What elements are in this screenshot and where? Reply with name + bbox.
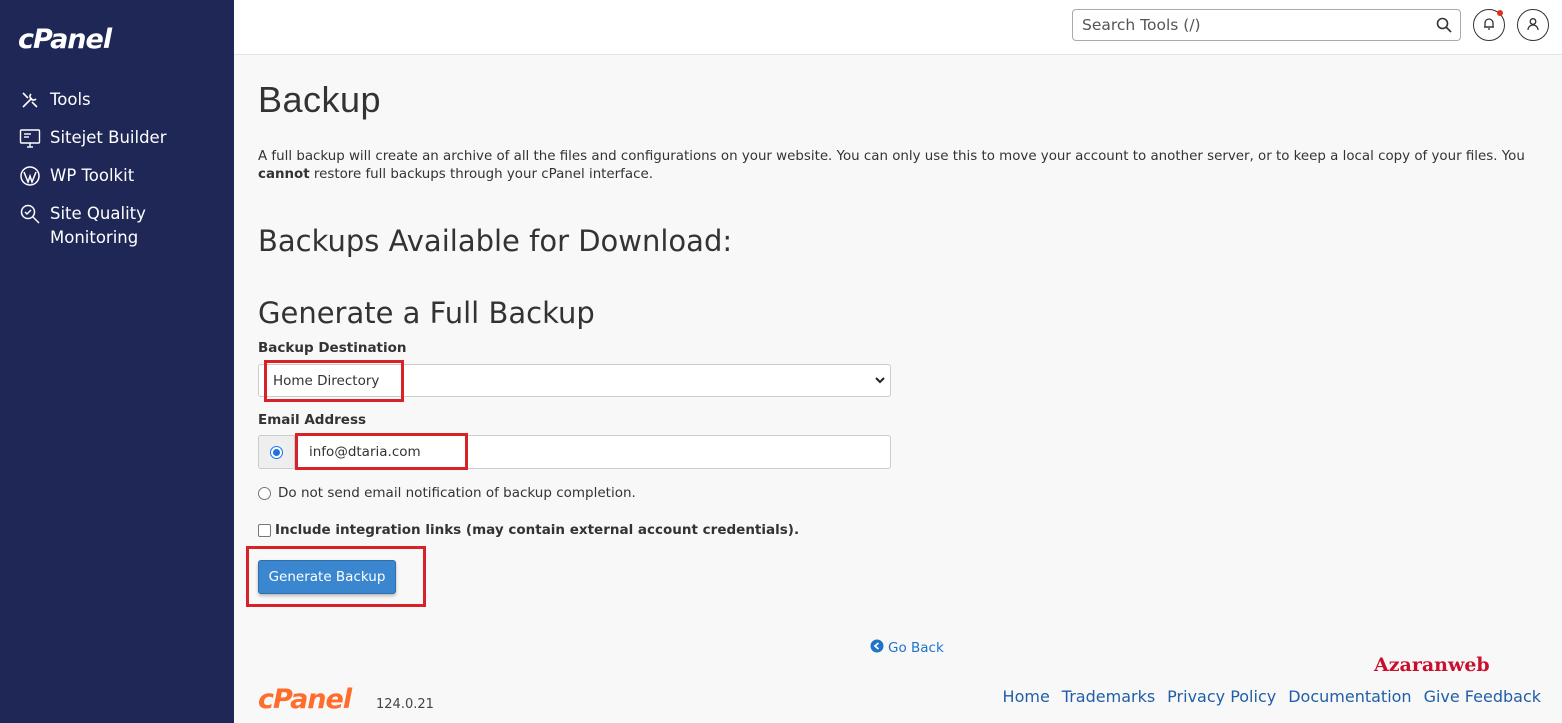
highlight-generate-button — [246, 546, 426, 607]
intro-text-end: restore full backups through your cPanel… — [309, 167, 653, 182]
sidebar-item-label: Sitejet Builder — [50, 128, 167, 147]
search-icon[interactable] — [1436, 17, 1452, 37]
footer-link-documentation[interactable]: Documentation — [1288, 687, 1411, 706]
sidebar-item-sitejet[interactable]: Sitejet Builder — [0, 126, 234, 150]
no-email-radio[interactable] — [258, 486, 271, 500]
watermark: Azaranweb — [1374, 654, 1490, 676]
email-radio-addon — [258, 435, 295, 469]
search-box — [1072, 9, 1461, 41]
email-notify-radio[interactable] — [270, 445, 283, 459]
search-input[interactable] — [1073, 10, 1413, 40]
wordpress-icon — [18, 164, 42, 188]
go-back-label: Go Back — [888, 640, 944, 656]
cpanel-logo[interactable]: cPanel — [18, 24, 112, 55]
integration-links-checkbox[interactable] — [258, 523, 271, 537]
user-menu-button[interactable] — [1517, 9, 1549, 41]
integration-links-label: Include integration links (may contain e… — [275, 522, 800, 538]
footer-link-home[interactable]: Home — [1003, 687, 1050, 706]
user-icon — [1526, 16, 1540, 35]
sidebar-item-label: WP Toolkit — [50, 166, 135, 185]
intro-bold: cannot — [258, 167, 310, 182]
notification-dot — [1497, 10, 1503, 16]
tools-icon — [18, 88, 42, 112]
sidebar-item-wp-toolkit[interactable]: WP Toolkit — [0, 164, 234, 188]
highlight-email — [295, 433, 468, 470]
no-email-option[interactable]: Do not send email notification of backup… — [258, 485, 636, 501]
arrow-left-circle-icon — [870, 639, 884, 657]
footer-cpanel-logo[interactable]: cPanel — [258, 684, 352, 715]
chevron-down-icon — [874, 374, 886, 390]
sidebar-item-site-quality[interactable]: Site Quality Monitoring — [0, 202, 234, 250]
sidebar: cPanel Tools Sitejet Builder WP Toolkit … — [0, 0, 234, 723]
footer-link-feedback[interactable]: Give Feedback — [1424, 687, 1541, 706]
bell-icon — [1482, 16, 1496, 35]
backups-available-heading: Backups Available for Download: — [258, 224, 733, 258]
go-back-link[interactable]: Go Back — [870, 639, 944, 657]
page-title: Backup — [258, 79, 382, 120]
email-address-label: Email Address — [258, 412, 367, 428]
highlight-destination — [264, 360, 404, 402]
sidebar-item-label: Tools — [50, 90, 91, 109]
notifications-button[interactable] — [1473, 9, 1505, 41]
footer-link-trademarks[interactable]: Trademarks — [1062, 687, 1155, 706]
version-label: 124.0.21 — [376, 697, 434, 712]
sidebar-nav: Tools Sitejet Builder WP Toolkit Site Qu… — [0, 88, 234, 264]
no-email-label: Do not send email notification of backup… — [278, 485, 636, 501]
footer-link-privacy[interactable]: Privacy Policy — [1167, 687, 1276, 706]
monitor-icon — [18, 126, 42, 150]
intro-text-part: A full backup will create an archive of … — [258, 149, 1525, 164]
generate-backup-heading: Generate a Full Backup — [258, 296, 595, 330]
intro-text: A full backup will create an archive of … — [258, 148, 1536, 184]
backup-destination-label: Backup Destination — [258, 340, 407, 356]
magnifier-icon — [18, 202, 42, 226]
sidebar-item-tools[interactable]: Tools — [0, 88, 234, 112]
sidebar-item-label: Site Quality Monitoring — [50, 204, 146, 247]
footer-links: Home Trademarks Privacy Policy Documenta… — [1003, 687, 1541, 706]
integration-links-option[interactable]: Include integration links (may contain e… — [258, 522, 799, 538]
top-header — [234, 0, 1562, 55]
